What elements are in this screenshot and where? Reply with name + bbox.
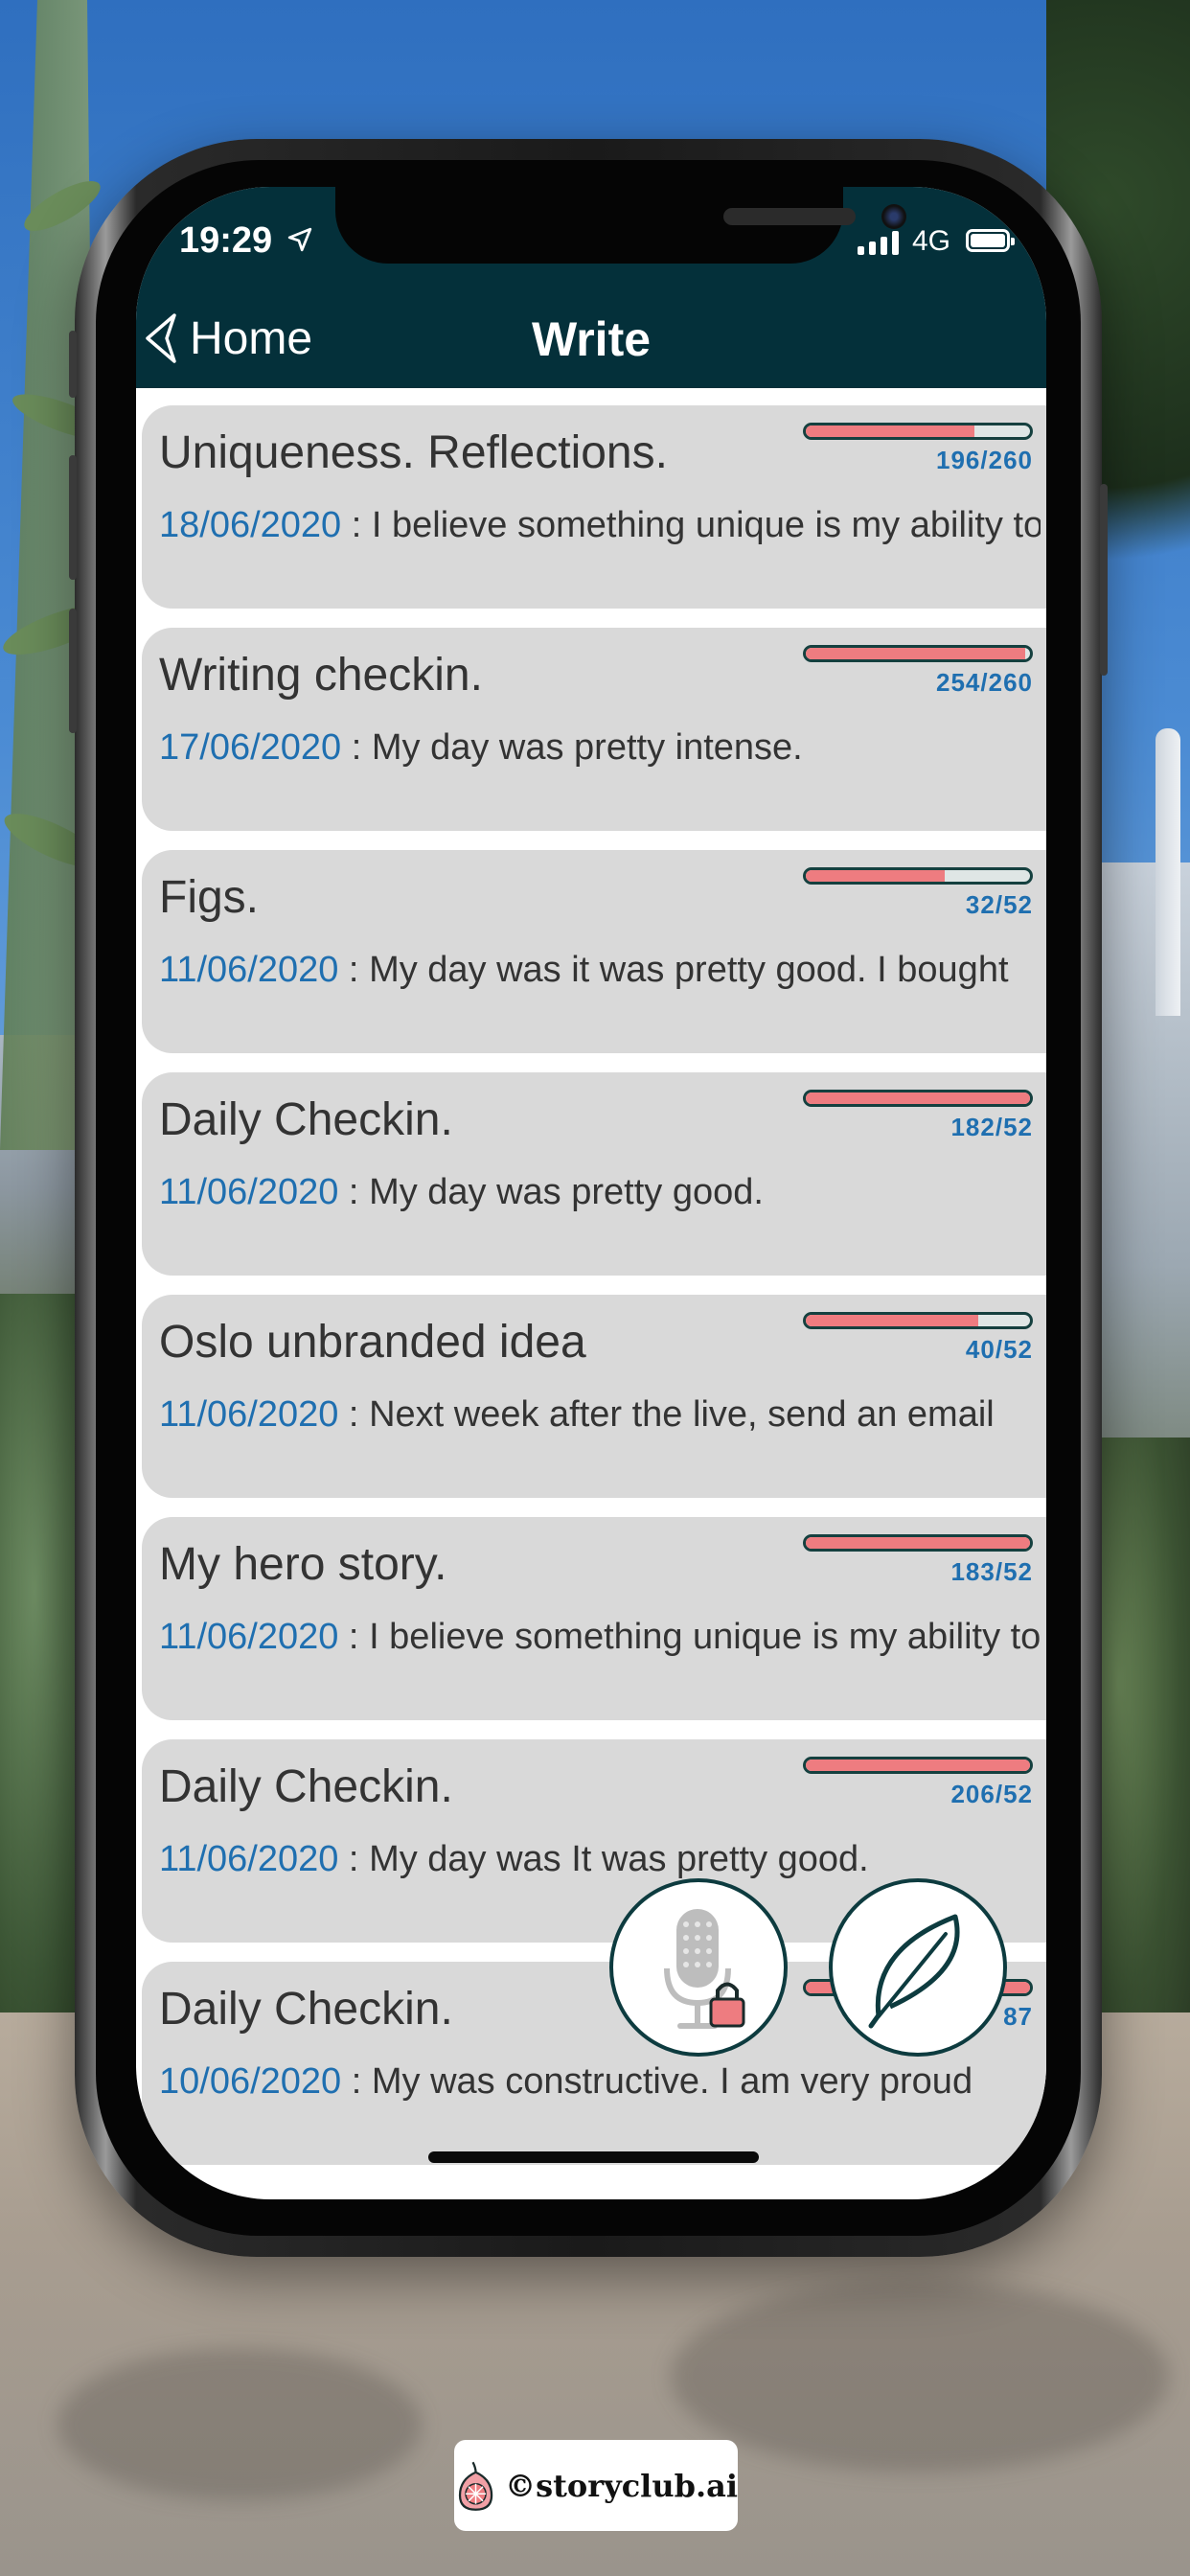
entry-title: Oslo unbranded idea <box>159 1317 586 1368</box>
entry-progress-bar <box>803 1534 1033 1552</box>
entry-date: 11/06/2020 <box>159 1172 339 1212</box>
entry-card[interactable]: My hero story. 183/52 11/06/2020 : I bel… <box>142 1517 1046 1720</box>
feather-icon <box>868 1914 960 2029</box>
entry-date: 11/06/2020 <box>159 1617 339 1657</box>
speaker-grille <box>723 208 856 225</box>
entry-separator: : <box>338 1394 370 1435</box>
brand-watermark: ©storyclub.ai <box>454 2440 738 2531</box>
entry-title: Daily Checkin. <box>159 1094 453 1145</box>
entry-progress-bar <box>803 423 1033 440</box>
entry-card[interactable]: Daily Checkin. 182/52 11/06/2020 : My da… <box>142 1072 1046 1276</box>
front-camera <box>881 204 906 229</box>
entry-preview: 11/06/2020 : I believe something unique … <box>159 1617 1041 1658</box>
entry-separator: : <box>338 950 370 990</box>
entry-progress-label: 40/52 <box>965 1335 1033 1364</box>
entry-progress-bar <box>803 1312 1033 1329</box>
status-time: 19:29 <box>179 220 273 261</box>
entry-separator: : <box>338 1172 370 1212</box>
entry-progress-bar <box>803 1757 1033 1774</box>
entry-date: 11/06/2020 <box>159 1839 339 1879</box>
entry-excerpt: I believe something unique is my ability… <box>369 1617 1041 1657</box>
entry-title: Uniqueness. Reflections. <box>159 427 668 478</box>
entry-progress-bar <box>803 645 1033 662</box>
home-indicator <box>428 2151 759 2163</box>
app-screen: 19:29 4G Home Write Uniqueness. Reflecti… <box>136 187 1046 2199</box>
entry-excerpt: I believe something unique is my ability… <box>371 505 1041 545</box>
entry-card[interactable]: Uniqueness. Reflections. 196/260 18/06/2… <box>142 405 1046 609</box>
entry-excerpt: My day was it was pretty good. I bought <box>369 950 1009 990</box>
voice-record-button[interactable] <box>609 1878 788 2057</box>
microphone-lock-icon <box>664 1909 745 2029</box>
entry-title: Figs. <box>159 872 260 923</box>
entry-title: My hero story. <box>159 1539 447 1590</box>
entry-progress-bar <box>803 867 1033 885</box>
entry-progress-label: 87 <box>1003 2002 1033 2031</box>
battery-icon <box>966 229 1015 252</box>
entry-date: 18/06/2020 <box>159 505 342 545</box>
entry-separator: : <box>341 505 372 545</box>
entry-card[interactable]: Writing checkin. 254/260 17/06/2020 : My… <box>142 628 1046 831</box>
entry-card[interactable]: Figs. 32/52 11/06/2020 : My day was it w… <box>142 850 1046 1053</box>
entry-excerpt: My day was pretty good. <box>369 1172 764 1212</box>
entry-separator: : <box>338 1839 370 1879</box>
entry-card[interactable]: Oslo unbranded idea 40/52 11/06/2020 : N… <box>142 1295 1046 1498</box>
entry-excerpt: My was constructive. I am very proud <box>371 2061 973 2102</box>
entry-progress-label: 183/52 <box>950 1557 1033 1586</box>
notch <box>335 187 906 264</box>
entry-date: 17/06/2020 <box>159 727 342 768</box>
entry-progress-label: 182/52 <box>950 1113 1033 1141</box>
cellular-signal-icon <box>858 230 899 255</box>
fig-logo-icon <box>458 2461 493 2511</box>
entry-excerpt: My day was pretty intense. <box>371 727 803 768</box>
entry-progress-label: 254/260 <box>936 668 1033 697</box>
entry-preview: 17/06/2020 : My day was pretty intense. <box>159 727 1041 769</box>
entry-progress-label: 32/52 <box>965 890 1033 919</box>
entry-title: Writing checkin. <box>159 650 483 701</box>
entry-date: 10/06/2020 <box>159 2061 342 2102</box>
entry-preview: 11/06/2020 : Next week after the live, s… <box>159 1394 1041 1436</box>
entry-separator: : <box>341 727 372 768</box>
network-type: 4G <box>912 225 951 257</box>
entry-title: Daily Checkin. <box>159 1984 453 2035</box>
entry-preview: 18/06/2020 : I believe something unique … <box>159 505 1041 546</box>
entry-excerpt: My day was It was pretty good. <box>369 1839 869 1879</box>
entry-separator: : <box>338 1617 370 1657</box>
entry-preview: 11/06/2020 : My day was it was pretty go… <box>159 950 1041 991</box>
entry-preview: 11/06/2020 : My day was It was pretty go… <box>159 1839 1041 1880</box>
write-entry-button[interactable] <box>829 1878 1007 2057</box>
page-title: Write <box>531 312 652 366</box>
entry-progress-label: 206/52 <box>950 1780 1033 1808</box>
location-arrow-icon <box>287 227 312 252</box>
entry-title: Daily Checkin. <box>159 1761 453 1812</box>
entry-date: 11/06/2020 <box>159 950 339 990</box>
entry-separator: : <box>341 2061 372 2102</box>
entry-progress-bar <box>803 1090 1033 1107</box>
entry-progress-label: 196/260 <box>936 446 1033 474</box>
entry-date: 11/06/2020 <box>159 1394 339 1435</box>
entry-preview: 11/06/2020 : My day was pretty good. <box>159 1172 1041 1213</box>
entry-excerpt: Next week after the live, send an email <box>369 1394 995 1435</box>
entry-preview: 10/06/2020 : My was constructive. I am v… <box>159 2061 1041 2103</box>
brand-text: ©storyclub.ai <box>505 2467 738 2504</box>
app-header: 19:29 4G Home Write <box>136 187 1046 388</box>
